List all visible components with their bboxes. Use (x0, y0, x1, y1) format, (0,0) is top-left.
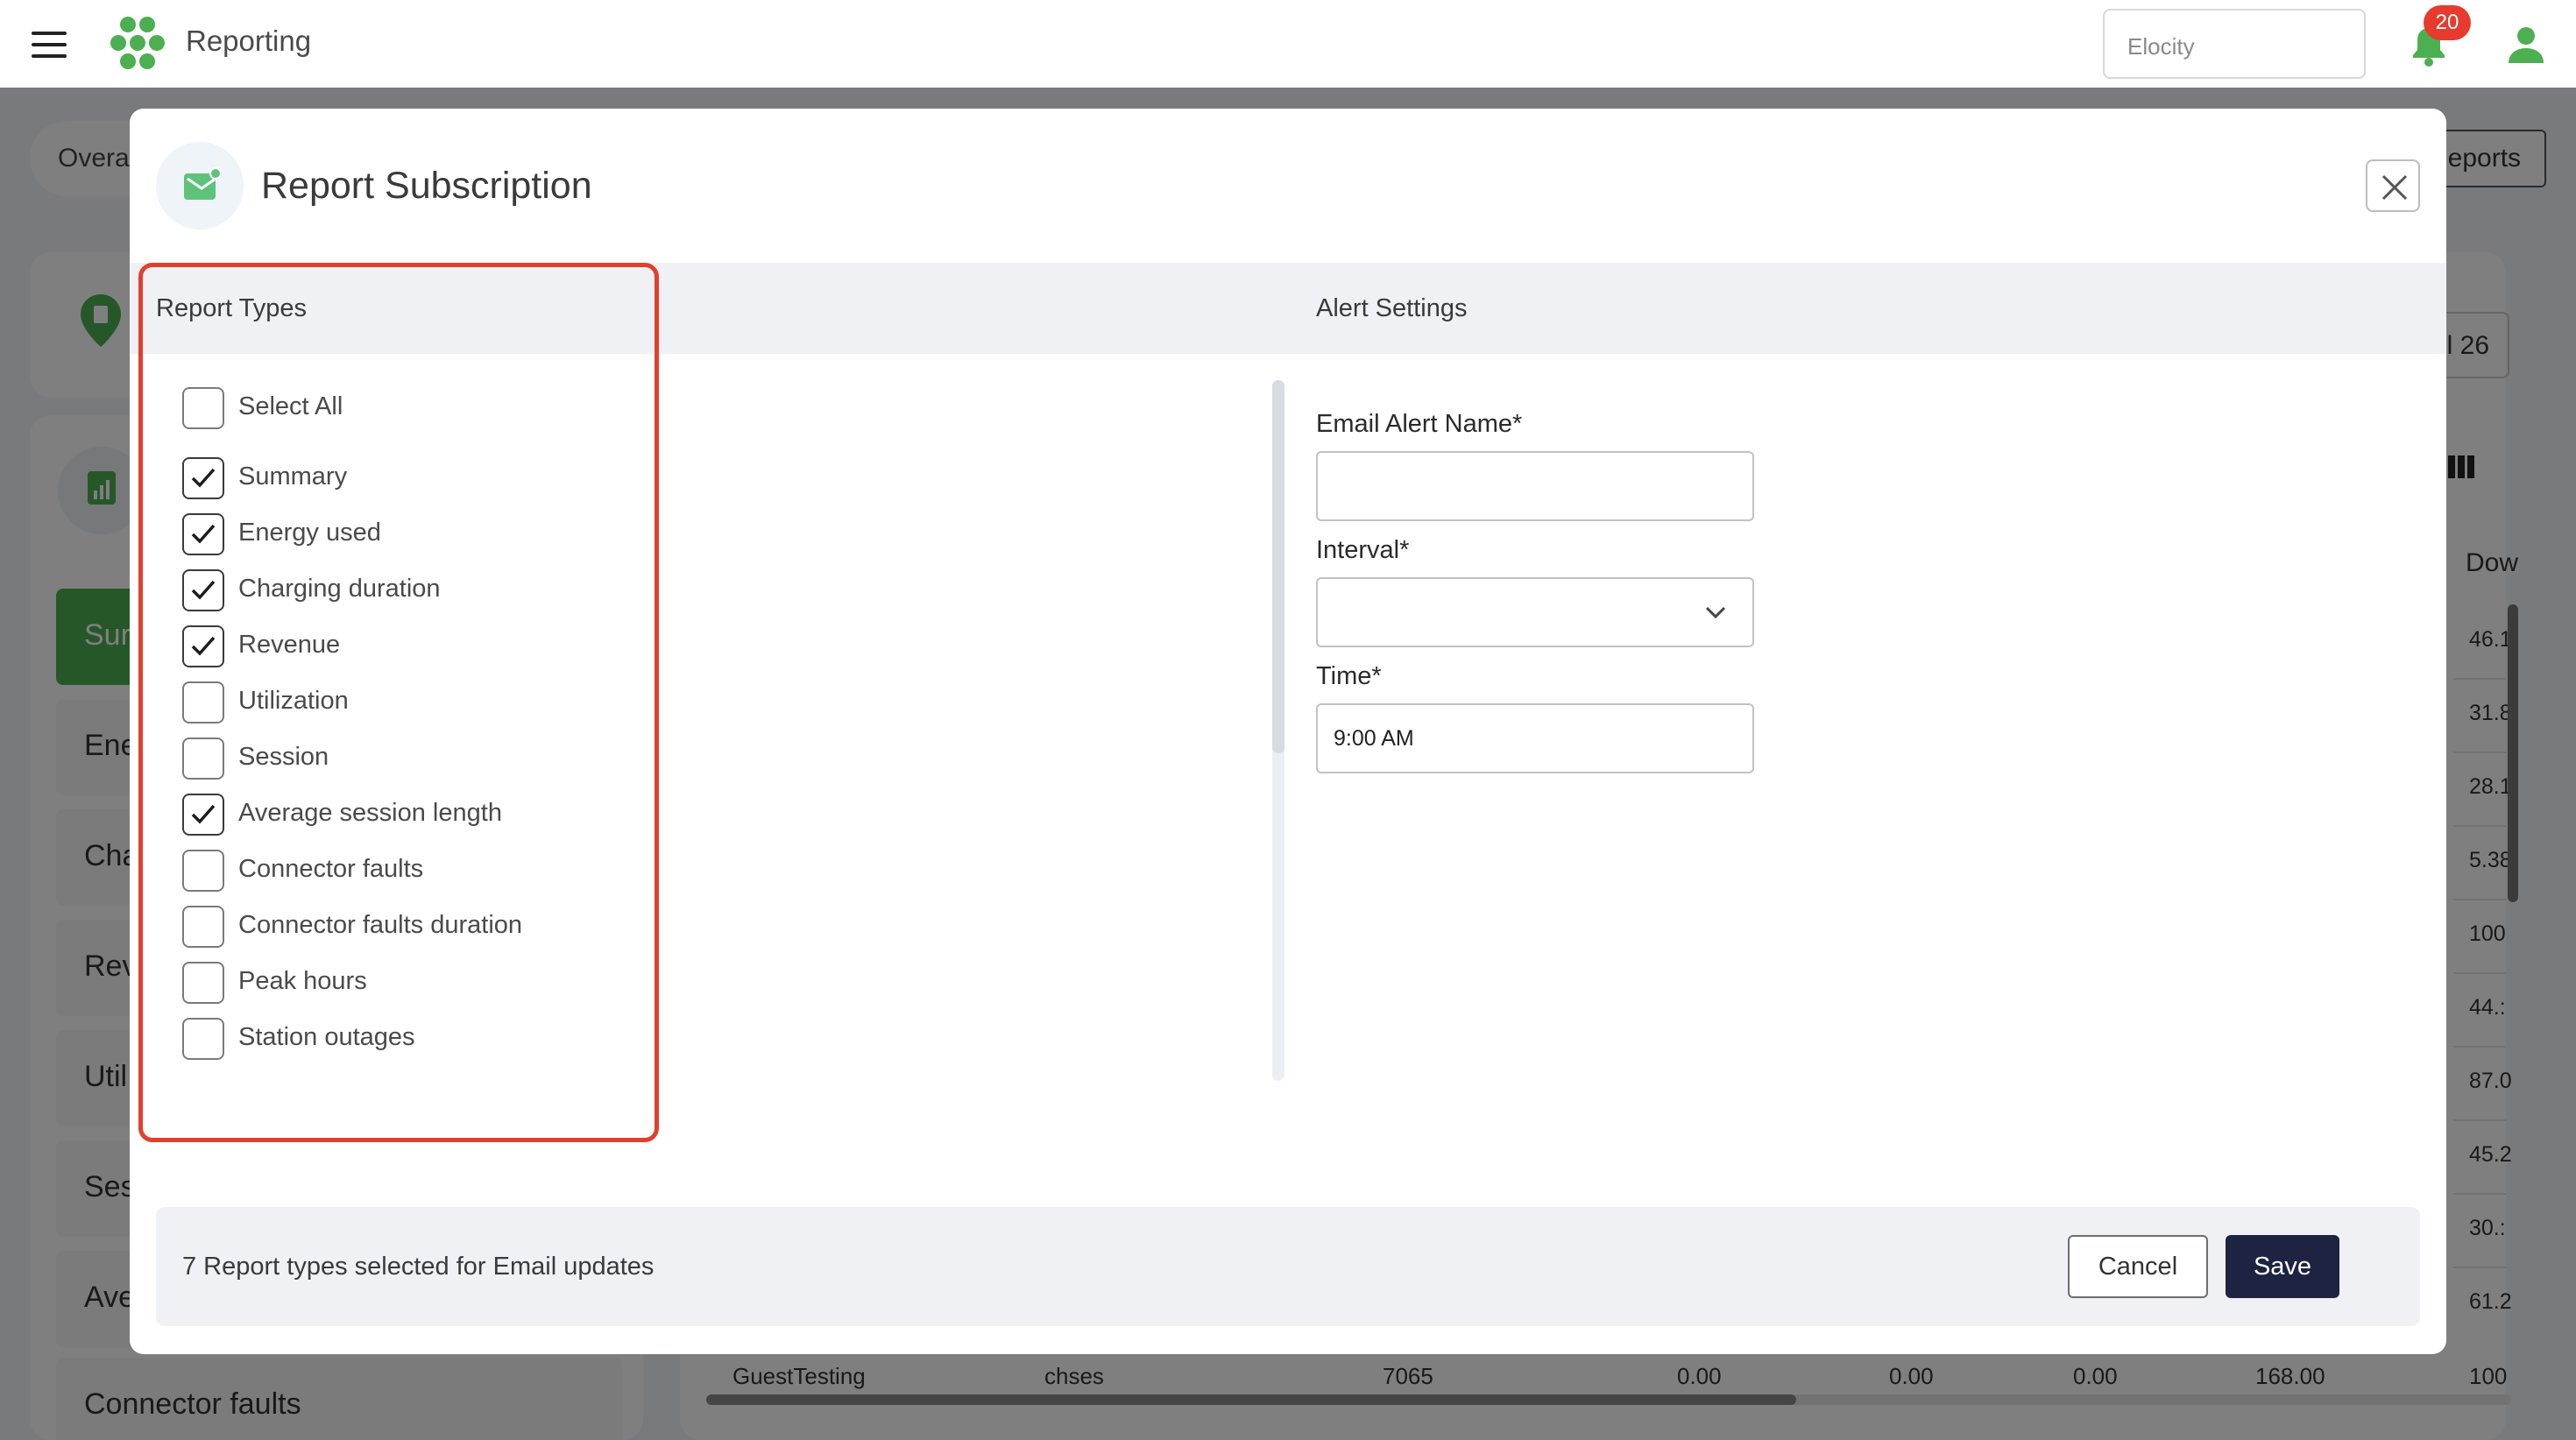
checkbox-checked[interactable] (182, 625, 224, 667)
report-type-energy-used[interactable]: Energy used (182, 513, 638, 557)
report-type-session[interactable]: Session (182, 738, 638, 781)
email-subscription-icon (184, 167, 221, 200)
chevron-down-icon (1705, 606, 1726, 619)
modal-footer: 7 Report types selected for Email update… (156, 1207, 2420, 1326)
checkmark-icon (191, 804, 216, 824)
report-type-connector-faults[interactable]: Connector faults (182, 850, 638, 893)
top-app-bar: Reporting Elocity 20 (0, 0, 2576, 88)
report-type-label: Utilization (238, 687, 349, 715)
report-type-summary[interactable]: Summary (182, 457, 638, 501)
checkbox-unchecked[interactable] (182, 1018, 224, 1060)
checkbox-unchecked[interactable] (182, 738, 224, 780)
interval-select[interactable] (1316, 577, 1754, 647)
report-type-charging-duration[interactable]: Charging duration (182, 569, 638, 613)
report-type-label: Select All (238, 392, 343, 420)
checkbox-unchecked[interactable] (182, 850, 224, 892)
report-type-label: Connector faults (238, 855, 424, 883)
report-type-station-outages[interactable]: Station outages (182, 1018, 638, 1062)
checkmark-icon (191, 468, 216, 488)
cancel-button[interactable]: Cancel (2068, 1235, 2208, 1298)
alert-settings-scrollbar[interactable] (1272, 380, 1284, 753)
email-alert-name-label: Email Alert Name* (1316, 410, 1523, 438)
checkbox-unchecked[interactable] (182, 962, 224, 1004)
report-type-revenue[interactable]: Revenue (182, 625, 638, 669)
checkbox-checked[interactable] (182, 569, 224, 611)
notification-count-badge: 20 (2424, 5, 2471, 40)
user-account-icon[interactable] (2506, 25, 2546, 65)
report-type-label: Peak hours (238, 967, 367, 995)
report-subscription-modal: Report Subscription Report Types Alert S… (130, 109, 2446, 1354)
time-value: 9:00 AM (1334, 726, 1414, 751)
report-type-label: Summary (238, 462, 348, 491)
report-type-utilization[interactable]: Utilization (182, 681, 638, 725)
report-type-label: Charging duration (238, 575, 441, 603)
checkbox-unchecked[interactable] (182, 387, 224, 429)
email-alert-name-input[interactable] (1316, 451, 1754, 521)
checkmark-icon (191, 580, 216, 600)
alert-settings-heading: Alert Settings (1316, 294, 1468, 322)
report-type-peak-hours[interactable]: Peak hours (182, 962, 638, 1006)
checkmark-icon (191, 636, 216, 656)
app-title: Reporting (186, 25, 312, 57)
checkbox-checked[interactable] (182, 794, 224, 836)
save-button[interactable]: Save (2226, 1235, 2339, 1298)
interval-label: Interval* (1316, 536, 1410, 564)
report-type-label: Connector faults duration (238, 911, 523, 939)
menu-icon[interactable] (32, 32, 67, 58)
app-logo-icon (110, 17, 165, 69)
report-type-label: Energy used (238, 519, 381, 547)
modal-icon-badge (156, 142, 244, 229)
selection-summary: 7 Report types selected for Email update… (182, 1253, 655, 1281)
checkbox-checked[interactable] (182, 457, 224, 499)
time-picker[interactable]: 9:00 AM (1316, 703, 1754, 773)
report-type-select-all[interactable]: Select All (182, 387, 638, 431)
checkbox-unchecked[interactable] (182, 906, 224, 948)
time-label: Time* (1316, 662, 1382, 690)
report-types-list[interactable]: Select All Summary Energy used Charging … (182, 387, 638, 1097)
section-header-band (130, 263, 2446, 354)
report-type-label: Session (238, 743, 329, 771)
report-types-heading: Report Types (156, 294, 307, 322)
report-type-label: Station outages (238, 1023, 415, 1051)
report-type-label: Average session length (238, 799, 502, 827)
report-type-average-session-length[interactable]: Average session length (182, 794, 638, 837)
close-icon (2381, 174, 2408, 201)
organization-select[interactable]: Elocity (2103, 9, 2366, 79)
report-type-label: Revenue (238, 631, 341, 659)
checkmark-icon (191, 524, 216, 544)
modal-title: Report Subscription (261, 165, 592, 207)
close-button[interactable] (2366, 159, 2420, 212)
checkbox-unchecked[interactable] (182, 681, 224, 724)
checkbox-checked[interactable] (182, 513, 224, 555)
report-type-connector-faults-duration[interactable]: Connector faults duration (182, 906, 638, 949)
